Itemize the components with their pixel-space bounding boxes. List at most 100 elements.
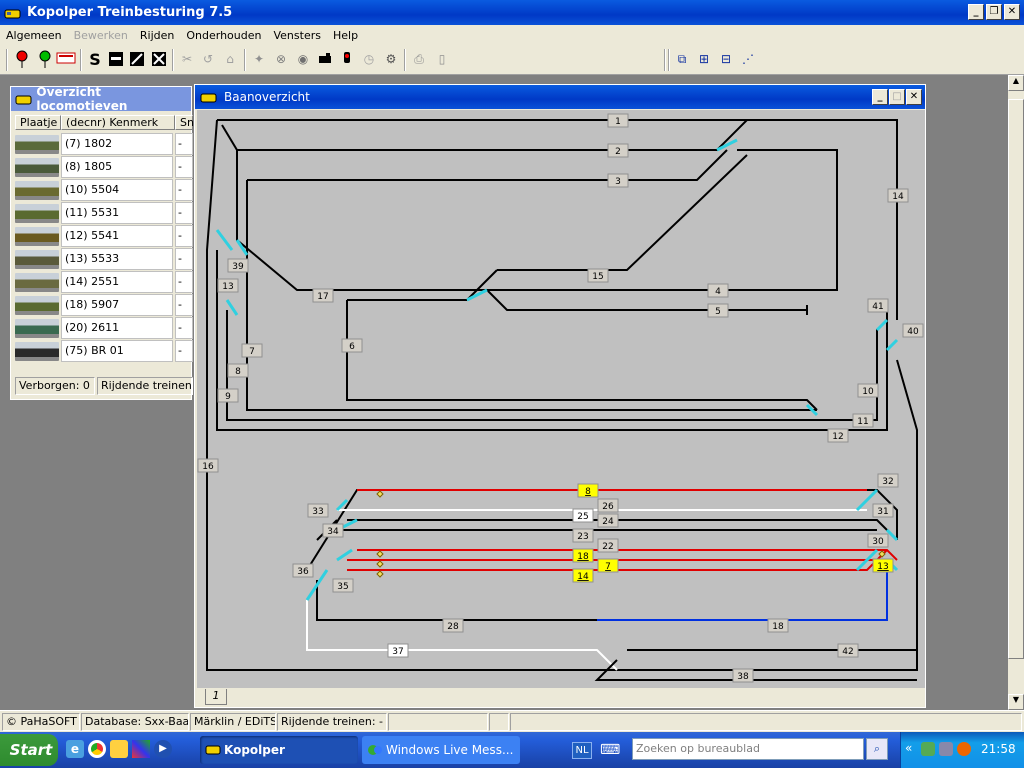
train-list-icon[interactable]	[56, 49, 76, 69]
network-icon[interactable]	[921, 742, 935, 756]
menu-help[interactable]: Help	[327, 29, 364, 42]
block-label[interactable]: 12	[827, 428, 849, 443]
loco-row[interactable]: (18) 5907-	[13, 294, 193, 316]
block-label[interactable]: 10	[857, 383, 879, 398]
restore-button[interactable]: ❐	[986, 4, 1002, 20]
block-label[interactable]: 28	[442, 618, 464, 633]
cross-icon[interactable]	[149, 49, 169, 69]
menu-onderhouden[interactable]: Onderhouden	[180, 29, 267, 42]
block-label[interactable]: 18	[767, 618, 789, 633]
signal-red-icon[interactable]	[12, 49, 32, 69]
col-header-plaatje[interactable]: Plaatje	[15, 115, 61, 130]
arrange-icon[interactable]: ⋰	[738, 49, 758, 69]
player-icon[interactable]: ▶	[154, 740, 172, 758]
turnout-icon[interactable]	[127, 49, 147, 69]
loco-row[interactable]: (75) BR 01-	[13, 340, 193, 362]
page-icon[interactable]: ▯	[432, 49, 452, 69]
track-minimize-button[interactable]: _	[872, 89, 888, 105]
block-label[interactable]: 22	[597, 538, 619, 553]
menu-algemeen[interactable]: Algemeen	[0, 29, 68, 42]
train-marker[interactable]: 7	[597, 558, 619, 573]
tree-icon[interactable]: ⊟	[716, 49, 736, 69]
block-label[interactable]: 25	[572, 508, 594, 523]
block-label[interactable]: 13	[217, 278, 239, 293]
block-label[interactable]: 6	[341, 338, 363, 353]
disabled-tool-2-icon[interactable]: ↺	[198, 49, 218, 69]
block-label[interactable]: 2	[607, 143, 629, 158]
clock-icon[interactable]: ◷	[359, 49, 379, 69]
block-label[interactable]: 11	[852, 413, 874, 428]
block-label[interactable]: 41	[867, 298, 889, 313]
block-label[interactable]: 36	[292, 563, 314, 578]
print-icon[interactable]: ⎙	[409, 49, 429, 69]
disabled-tool-5-icon[interactable]: ⊗	[271, 49, 291, 69]
disabled-tool-1-icon[interactable]: ✂	[177, 49, 197, 69]
block-label[interactable]: 17	[312, 288, 334, 303]
block-label[interactable]: 15	[587, 268, 609, 283]
desktop-search-input[interactable]: Zoeken op bureaublad	[632, 738, 864, 760]
task-kopolper[interactable]: Kopolper	[200, 736, 358, 764]
loco-row[interactable]: (20) 2611-	[13, 317, 193, 339]
menu-vensters[interactable]: Vensters	[267, 29, 326, 42]
track-close-button[interactable]: ✕	[906, 89, 922, 105]
block-label[interactable]: 26	[597, 498, 619, 513]
disabled-tool-4-icon[interactable]: ✦	[249, 49, 269, 69]
train-marker[interactable]: 8	[577, 483, 599, 498]
app-title-bar[interactable]: Kopolper Treinbesturing 7.5 _ ❐ ✕	[0, 0, 1024, 25]
search-icon[interactable]: ⌕	[866, 738, 888, 760]
block-label[interactable]: 34	[322, 523, 344, 538]
block-label[interactable]: 5	[707, 303, 729, 318]
col-header-kenmerk[interactable]: (decnr) Kenmerk	[61, 115, 175, 130]
start-button[interactable]: Start	[0, 734, 58, 766]
loco-window-title-bar[interactable]: Overzicht locomotieven	[11, 85, 191, 113]
block-label[interactable]: 9	[217, 388, 239, 403]
ie-icon[interactable]: e	[66, 740, 84, 758]
block-label[interactable]: 16	[197, 458, 219, 473]
tile-icon[interactable]: ⊞	[694, 49, 714, 69]
loco-row[interactable]: (12) 5541-	[13, 225, 193, 247]
keyboard-icon[interactable]: ⌨	[600, 742, 620, 759]
sound-icon[interactable]: ◉	[293, 49, 313, 69]
loco-row[interactable]: (11) 5531-	[13, 202, 193, 224]
block-label[interactable]: 1	[607, 113, 629, 128]
loco-row[interactable]: (13) 5533-	[13, 248, 193, 270]
signal-green-icon[interactable]	[35, 49, 55, 69]
block-label[interactable]: 42	[837, 643, 859, 658]
track-diagram[interactable]: 123456789 1011121314151617182223242526283…	[197, 110, 925, 688]
loco-row[interactable]: (14) 2551-	[13, 271, 193, 293]
s-letter-icon[interactable]: S	[85, 49, 105, 69]
train-marker[interactable]: 13	[872, 558, 894, 573]
block-label[interactable]: 4	[707, 283, 729, 298]
menu-rijden[interactable]: Rijden	[134, 29, 180, 42]
minimize-button[interactable]: _	[968, 4, 984, 20]
media-icon[interactable]	[132, 740, 150, 758]
loco-row[interactable]: (8) 1805-	[13, 156, 193, 178]
notes-icon[interactable]	[110, 740, 128, 758]
disabled-tool-3-icon[interactable]: ⌂	[220, 49, 240, 69]
clock[interactable]: 21:58	[981, 742, 1016, 756]
block-label[interactable]: 33	[307, 503, 329, 518]
language-indicator[interactable]: NL	[572, 742, 592, 759]
task-messenger[interactable]: Windows Live Mess...	[362, 736, 520, 764]
chrome-icon[interactable]	[88, 740, 106, 758]
block-label[interactable]: 30	[867, 533, 889, 548]
block-label[interactable]: 31	[872, 503, 894, 518]
page-tab-1[interactable]: 1	[205, 689, 227, 705]
monitor-icon[interactable]	[939, 742, 953, 756]
close-button[interactable]: ✕	[1004, 4, 1020, 20]
block-label[interactable]: 7	[241, 343, 263, 358]
settings-icon[interactable]: ⚙	[381, 49, 401, 69]
block-label[interactable]: 8	[227, 363, 249, 378]
block-label[interactable]: 24	[597, 513, 619, 528]
track-window-title-bar[interactable]: Baanoverzicht _ □ ✕	[195, 85, 925, 109]
block-label[interactable]: 40	[902, 323, 924, 338]
update-icon[interactable]	[957, 742, 971, 756]
block-label[interactable]: 32	[877, 473, 899, 488]
loco-row[interactable]: (10) 5504-	[13, 179, 193, 201]
block-label[interactable]: 37	[387, 643, 409, 658]
block-label[interactable]: 39	[227, 258, 249, 273]
train-marker[interactable]: 14	[572, 568, 594, 583]
block-label[interactable]: 38	[732, 668, 754, 683]
block-label[interactable]: 14	[887, 188, 909, 203]
train-marker[interactable]: 18	[572, 548, 594, 563]
